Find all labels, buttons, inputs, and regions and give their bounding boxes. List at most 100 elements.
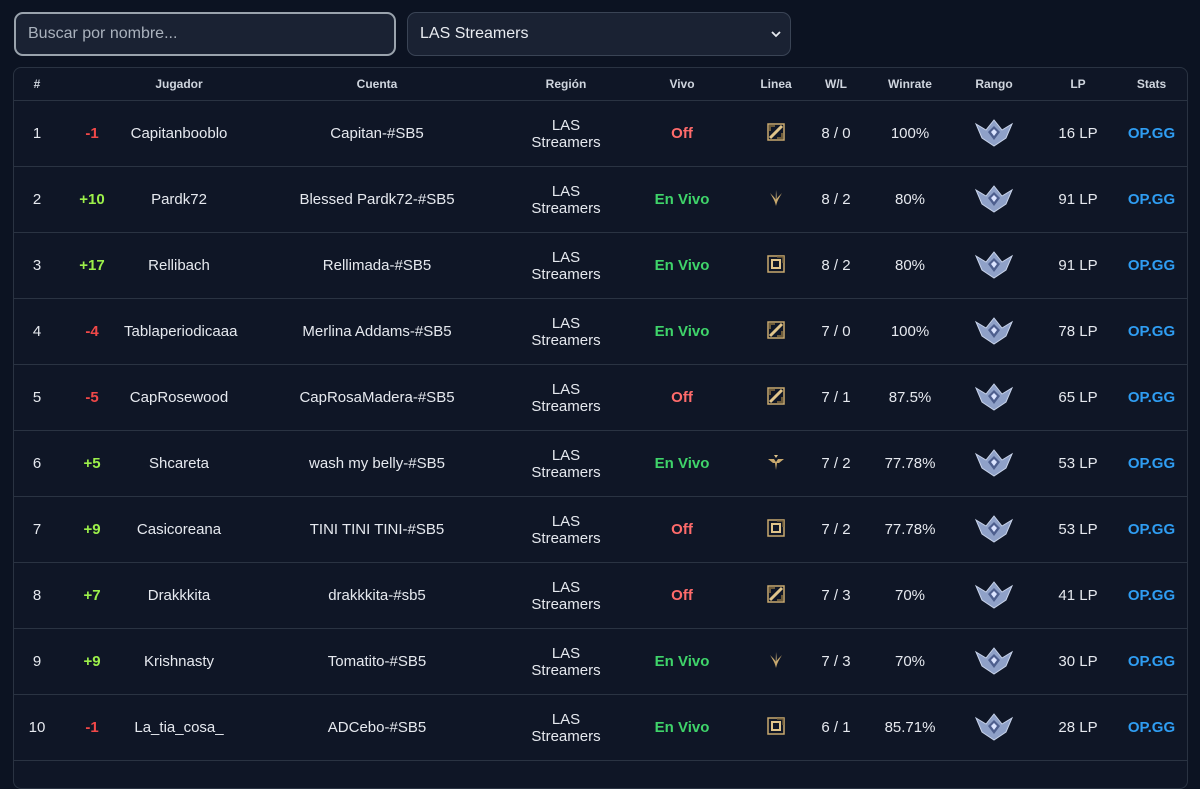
- player-name: Rellibach: [148, 257, 210, 274]
- header-rank: #: [33, 77, 41, 91]
- table-body: 1 -1 Capitanbooblo Capitan-#SB5 LAS Streamer…: [14, 101, 1187, 761]
- opgg-link[interactable]: OP.GG: [1116, 257, 1187, 274]
- player-name: Shcareta: [148, 455, 210, 472]
- league-points: 91 LP: [1058, 191, 1098, 208]
- opgg-link[interactable]: OP.GG: [1116, 653, 1187, 670]
- chevron-down-icon: [771, 31, 781, 38]
- mid-lane-icon: [767, 122, 785, 145]
- region-name: LAS Streamers: [531, 314, 601, 349]
- opgg-link[interactable]: OP.GG: [1116, 125, 1187, 142]
- region-name: LAS Streamers: [531, 710, 601, 745]
- account-name: Rellimada-#SB5: [322, 257, 432, 274]
- opgg-link[interactable]: OP.GG: [1116, 389, 1187, 406]
- account-name: Merlina Addams-#SB5: [302, 323, 452, 340]
- table-header: # Jugador Cuenta Región Vivo Linea W/L W…: [14, 68, 1187, 101]
- rank-number: 3: [32, 257, 42, 274]
- search-input[interactable]: [14, 12, 396, 56]
- tier-cell: [948, 380, 1040, 416]
- winrate: 77.78%: [884, 455, 936, 472]
- winrate: 77.78%: [884, 521, 936, 538]
- header-account: Cuenta: [356, 77, 398, 91]
- lane-cell: [752, 122, 800, 145]
- header-stats: Stats: [1136, 77, 1167, 91]
- jungle-lane-icon: [767, 189, 785, 211]
- rank-number: 1: [32, 125, 42, 142]
- winrate: 80%: [894, 191, 926, 208]
- player-name: Tablaperiodicaaa: [124, 323, 238, 340]
- player-name: Casicoreana: [136, 521, 222, 538]
- mid-lane-icon: [767, 320, 785, 343]
- region-name: LAS Streamers: [531, 578, 601, 613]
- table-row: 1 -1 Capitanbooblo Capitan-#SB5 LAS Streamer…: [14, 101, 1187, 167]
- table-row: 9 +9 Krishnasty Tomatito-#SB5 LAS Streamers E…: [14, 629, 1187, 695]
- winrate: 70%: [894, 587, 926, 604]
- table-row: 8 +7 Drakkkita drakkkita-#sb5 LAS Streamers O…: [14, 563, 1187, 629]
- account-name: CapRosaMadera-#SB5: [299, 389, 455, 406]
- opgg-link[interactable]: OP.GG: [1116, 323, 1187, 340]
- tier-cell: [948, 116, 1040, 152]
- live-status: En Vivo: [654, 323, 710, 340]
- rank-change: -1: [85, 719, 99, 736]
- tier-cell: [948, 314, 1040, 350]
- account-name: TINI TINI TINI-#SB5: [309, 521, 445, 538]
- diamond-rank-icon: [974, 446, 1014, 482]
- lane-cell: [752, 254, 800, 277]
- live-status: En Vivo: [654, 719, 710, 736]
- rank-change: -1: [85, 125, 99, 142]
- player-name: Krishnasty: [143, 653, 215, 670]
- opgg-link[interactable]: OP.GG: [1116, 191, 1187, 208]
- diamond-rank-icon: [974, 512, 1014, 548]
- bottom-lane-icon: [767, 518, 785, 541]
- region-select[interactable]: LAS Streamers: [407, 12, 791, 56]
- top-bar: LAS Streamers: [0, 0, 1200, 66]
- tier-cell: [948, 182, 1040, 218]
- diamond-rank-icon: [974, 314, 1014, 350]
- account-name: ADCebo-#SB5: [327, 719, 427, 736]
- winrate: 85.71%: [884, 719, 936, 736]
- rank-change: +5: [83, 455, 101, 472]
- winrate: 87.5%: [888, 389, 932, 406]
- league-points: 16 LP: [1058, 125, 1098, 142]
- region-name: LAS Streamers: [531, 248, 601, 283]
- region-name: LAS Streamers: [531, 512, 601, 547]
- lane-cell: [752, 716, 800, 739]
- win-loss: 8 / 2: [821, 191, 851, 208]
- winrate: 100%: [890, 323, 930, 340]
- league-points: 65 LP: [1058, 389, 1098, 406]
- diamond-rank-icon: [974, 116, 1014, 152]
- opgg-link[interactable]: OP.GG: [1116, 455, 1187, 472]
- opgg-link[interactable]: OP.GG: [1116, 587, 1187, 604]
- win-loss: 8 / 2: [821, 257, 851, 274]
- lane-cell: [752, 453, 800, 475]
- account-name: Tomatito-#SB5: [327, 653, 427, 670]
- header-wl: W/L: [825, 77, 847, 91]
- opgg-link[interactable]: OP.GG: [1116, 719, 1187, 736]
- support-lane-icon: [767, 453, 785, 475]
- tier-cell: [948, 578, 1040, 614]
- league-points: 78 LP: [1058, 323, 1098, 340]
- header-region: Región: [545, 77, 587, 91]
- table-row: 5 -5 CapRosewood CapRosaMadera-#SB5 LAS Stre…: [14, 365, 1187, 431]
- winrate: 100%: [890, 125, 930, 142]
- win-loss: 7 / 2: [821, 521, 851, 538]
- live-status: Off: [671, 521, 693, 538]
- win-loss: 7 / 3: [821, 653, 851, 670]
- rank-change: +10: [79, 191, 105, 208]
- live-status: En Vivo: [654, 191, 710, 208]
- win-loss: 7 / 0: [821, 323, 851, 340]
- league-points: 30 LP: [1058, 653, 1098, 670]
- lane-cell: [752, 518, 800, 541]
- diamond-rank-icon: [974, 380, 1014, 416]
- rank-change: -4: [85, 323, 99, 340]
- diamond-rank-icon: [974, 248, 1014, 284]
- mid-lane-icon: [767, 584, 785, 607]
- jungle-lane-icon: [767, 651, 785, 673]
- league-points: 41 LP: [1058, 587, 1098, 604]
- rank-number: 6: [32, 455, 42, 472]
- league-points: 53 LP: [1058, 521, 1098, 538]
- region-name: LAS Streamers: [531, 182, 601, 217]
- tier-cell: [948, 248, 1040, 284]
- live-status: En Vivo: [654, 653, 710, 670]
- opgg-link[interactable]: OP.GG: [1116, 521, 1187, 538]
- region-name: LAS Streamers: [531, 380, 601, 415]
